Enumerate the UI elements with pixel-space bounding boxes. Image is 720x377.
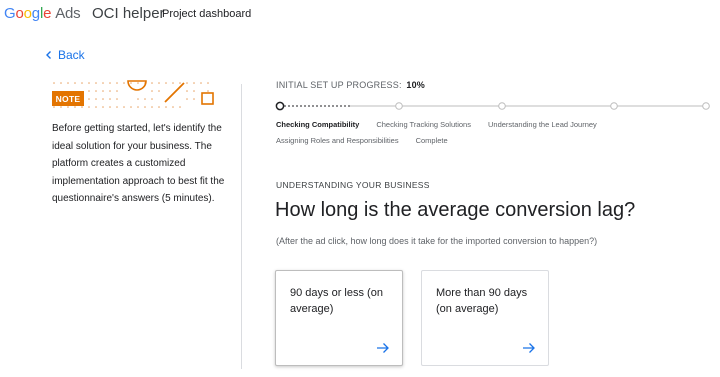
project-dashboard-link[interactable]: Project dashboard <box>162 8 251 20</box>
app-title: OCI helper <box>92 5 165 22</box>
step-label-complete: Complete <box>415 136 448 145</box>
question-heading: How long is the average conversion lag? <box>275 199 636 221</box>
option-label: 90 days or less (on average) <box>290 287 383 315</box>
step-dot-4 <box>610 102 618 110</box>
vertical-divider <box>241 84 242 369</box>
arrow-right-icon <box>377 343 389 353</box>
google-wordmark: Google <box>4 5 52 22</box>
step-labels: Checking Compatibility Checking Tracking … <box>276 117 706 149</box>
step-dot-1 <box>275 101 285 111</box>
step-dot-3 <box>498 102 506 110</box>
google-ads-logo[interactable]: Google Ads <box>4 5 81 22</box>
progress-label: INITIAL SET UP PROGRESS: 10% <box>276 80 425 90</box>
step-dot-2 <box>395 102 403 110</box>
note-badge: NOTE <box>52 91 84 106</box>
top-bar: Google Ads OCI helper Project dashboard <box>0 0 720 30</box>
back-button[interactable]: Back <box>44 48 85 62</box>
option-card-90-days-or-less[interactable]: 90 days or less (on average) <box>275 270 403 366</box>
arrow-right-icon <box>523 343 535 353</box>
step-label-roles: Assigning Roles and Responsibilities <box>276 136 399 145</box>
chevron-left-icon <box>46 51 51 59</box>
back-label: Back <box>58 48 85 62</box>
progress-value: 10% <box>406 80 425 90</box>
question-helper-text: (After the ad click, how long does it ta… <box>276 236 598 246</box>
progress-label-text: INITIAL SET UP PROGRESS: <box>276 80 402 90</box>
option-label: More than 90 days (on average) <box>436 287 528 315</box>
option-card-more-than-90-days[interactable]: More than 90 days (on average) <box>421 270 549 366</box>
step-label-checking-tracking: Checking Tracking Solutions <box>376 120 471 129</box>
step-label-checking-compatibility: Checking Compatibility <box>276 120 360 129</box>
progress-stepper <box>275 101 710 111</box>
note-text: Before getting started, let's identify t… <box>52 123 225 204</box>
section-label: UNDERSTANDING YOUR BUSINESS <box>276 180 430 190</box>
step-dot-5 <box>702 102 710 110</box>
step-label-lead-journey: Understanding the Lead Journey <box>487 120 597 129</box>
ads-wordmark: Ads <box>55 5 81 22</box>
